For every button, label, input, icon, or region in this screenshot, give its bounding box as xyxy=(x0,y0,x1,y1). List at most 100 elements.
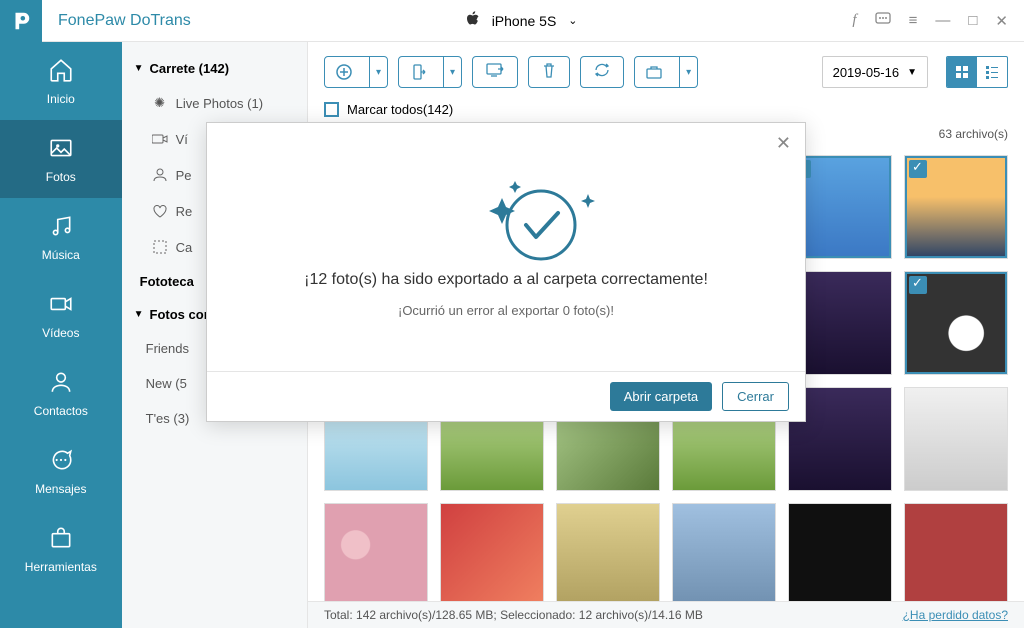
select-all[interactable]: Marcar todos(142) xyxy=(308,102,1024,121)
arrow-down-icon: ▼ xyxy=(134,309,144,320)
list-view-button[interactable] xyxy=(977,57,1007,87)
album-label: Carrete (142) xyxy=(150,61,230,76)
contacts-icon xyxy=(48,369,74,398)
photo-thumb[interactable] xyxy=(672,503,776,601)
photo-thumb[interactable] xyxy=(904,503,1008,601)
modal-footer: Abrir carpeta Cerrar xyxy=(207,371,805,421)
sidebar-item-label: Fotos xyxy=(46,170,76,184)
success-icon xyxy=(451,177,561,257)
trash-icon xyxy=(541,61,557,84)
chevron-down-icon: ⌄ xyxy=(568,14,577,27)
select-icon xyxy=(152,239,168,255)
status-text: Total: 142 archivo(s)/128.65 MB; Selecci… xyxy=(324,608,703,622)
album-label: Fototeca xyxy=(140,274,194,289)
album-label: Live Photos (1) xyxy=(176,96,263,111)
sidebar-item-videos[interactable]: Vídeos xyxy=(0,276,122,354)
album-label: Pe xyxy=(176,168,192,183)
open-folder-button[interactable]: Abrir carpeta xyxy=(610,382,712,411)
sidebar-item-label: Mensajes xyxy=(35,482,86,496)
sidebar-item-messages[interactable]: Mensajes xyxy=(0,432,122,510)
export-phone-icon xyxy=(399,57,437,87)
photo-thumb[interactable] xyxy=(904,387,1008,491)
app-logo xyxy=(0,0,42,42)
device-name: iPhone 5S xyxy=(492,13,557,29)
modal-title: ¡12 foto(s) ha sido exportado a al carpe… xyxy=(304,271,708,289)
checkbox-icon xyxy=(324,102,339,117)
arrow-down-icon: ▼ xyxy=(134,63,144,74)
checked-icon xyxy=(909,276,927,294)
sidebar-item-label: Contactos xyxy=(34,404,88,418)
live-photos-icon: ✺ xyxy=(152,95,168,111)
refresh-button[interactable] xyxy=(580,56,624,88)
device-selector[interactable]: iPhone 5S ⌄ xyxy=(466,11,578,30)
photo-thumb[interactable] xyxy=(788,503,892,601)
plus-icon xyxy=(325,57,363,87)
album-live-photos[interactable]: ✺ Live Photos (1) xyxy=(122,85,307,121)
statusbar: Total: 142 archivo(s)/128.65 MB; Selecci… xyxy=(308,601,1024,628)
export-pc-icon xyxy=(485,62,505,83)
music-icon xyxy=(48,213,74,242)
date-filter[interactable]: 2019-05-16 ▼ xyxy=(822,56,928,88)
album-label: Re xyxy=(176,204,193,219)
feedback-icon[interactable] xyxy=(875,12,891,30)
photos-icon xyxy=(48,135,74,164)
chevron-down-icon: ▾ xyxy=(679,57,697,87)
close-icon[interactable]: ✕ xyxy=(995,12,1008,30)
messages-icon xyxy=(48,447,74,476)
home-icon xyxy=(48,57,74,86)
camera-icon xyxy=(152,131,168,147)
menu-icon[interactable]: ≡ xyxy=(909,12,918,29)
maximize-icon[interactable]: □ xyxy=(968,12,977,29)
sidebar-item-label: Vídeos xyxy=(42,326,79,340)
modal-body: ¡12 foto(s) ha sido exportado a al carpe… xyxy=(207,123,805,371)
photo-thumb[interactable] xyxy=(324,503,428,601)
album-label: T'es (3) xyxy=(146,411,190,426)
tools-icon xyxy=(48,525,74,554)
people-icon xyxy=(152,167,168,183)
sidebar-item-photos[interactable]: Fotos xyxy=(0,120,122,198)
photo-thumb[interactable] xyxy=(904,155,1008,259)
chevron-down-icon: ▾ xyxy=(369,57,387,87)
modal-subtitle: ¡Ocurrió un error al exportar 0 foto(s)! xyxy=(398,303,614,318)
minimize-icon[interactable]: — xyxy=(935,12,950,29)
export-pc-button[interactable] xyxy=(472,56,518,88)
album-label: Ví xyxy=(176,132,188,147)
album-carrete[interactable]: ▼ Carrete (142) xyxy=(122,52,307,85)
photo-thumb[interactable] xyxy=(556,503,660,601)
arrow-down-icon: ▼ xyxy=(907,67,917,78)
facebook-icon[interactable]: f xyxy=(852,12,856,29)
sidebar-item-contacts[interactable]: Contactos xyxy=(0,354,122,432)
album-manage-button[interactable]: ▾ xyxy=(634,56,698,88)
sidebar-item-label: Música xyxy=(42,248,80,262)
file-count: 63 archivo(s) xyxy=(939,127,1008,141)
album-label: Ca xyxy=(176,240,193,255)
date-value: 2019-05-16 xyxy=(833,65,900,80)
export-device-button[interactable]: ▾ xyxy=(398,56,462,88)
photo-thumb[interactable] xyxy=(904,271,1008,375)
briefcase-icon xyxy=(635,57,673,87)
sidebar-item-tools[interactable]: Herramientas xyxy=(0,510,122,588)
brand-name: FonePaw DoTrans xyxy=(58,12,191,30)
lost-data-link[interactable]: ¿Ha perdido datos? xyxy=(903,608,1008,622)
export-success-modal: ✕ ¡12 foto(s) ha sido exportado a al car… xyxy=(206,122,806,422)
sidebar-item-music[interactable]: Música xyxy=(0,198,122,276)
refresh-icon xyxy=(593,62,611,83)
sidebar-item-label: Herramientas xyxy=(25,560,97,574)
grid-view-button[interactable] xyxy=(947,57,977,87)
modal-close-icon[interactable]: ✕ xyxy=(776,133,791,154)
add-button[interactable]: ▾ xyxy=(324,56,388,88)
sidebar: Inicio Fotos Música Vídeos Contactos Men… xyxy=(0,42,122,628)
album-label: Friends xyxy=(146,341,189,356)
titlebar: FonePaw DoTrans iPhone 5S ⌄ f ≡ — □ ✕ xyxy=(0,0,1024,42)
sidebar-item-label: Inicio xyxy=(47,92,75,106)
modal-close-button[interactable]: Cerrar xyxy=(722,382,789,411)
view-toggle xyxy=(946,56,1008,88)
select-all-label: Marcar todos(142) xyxy=(347,102,453,117)
window-controls: f ≡ — □ ✕ xyxy=(852,12,1008,30)
sidebar-item-home[interactable]: Inicio xyxy=(0,42,122,120)
photo-thumb[interactable] xyxy=(440,503,544,601)
toolbar: ▾ ▾ ▾ 2019-05-16 ▼ xyxy=(308,42,1024,102)
delete-button[interactable] xyxy=(528,56,570,88)
video-icon xyxy=(48,291,74,320)
chevron-down-icon: ▾ xyxy=(443,57,461,87)
